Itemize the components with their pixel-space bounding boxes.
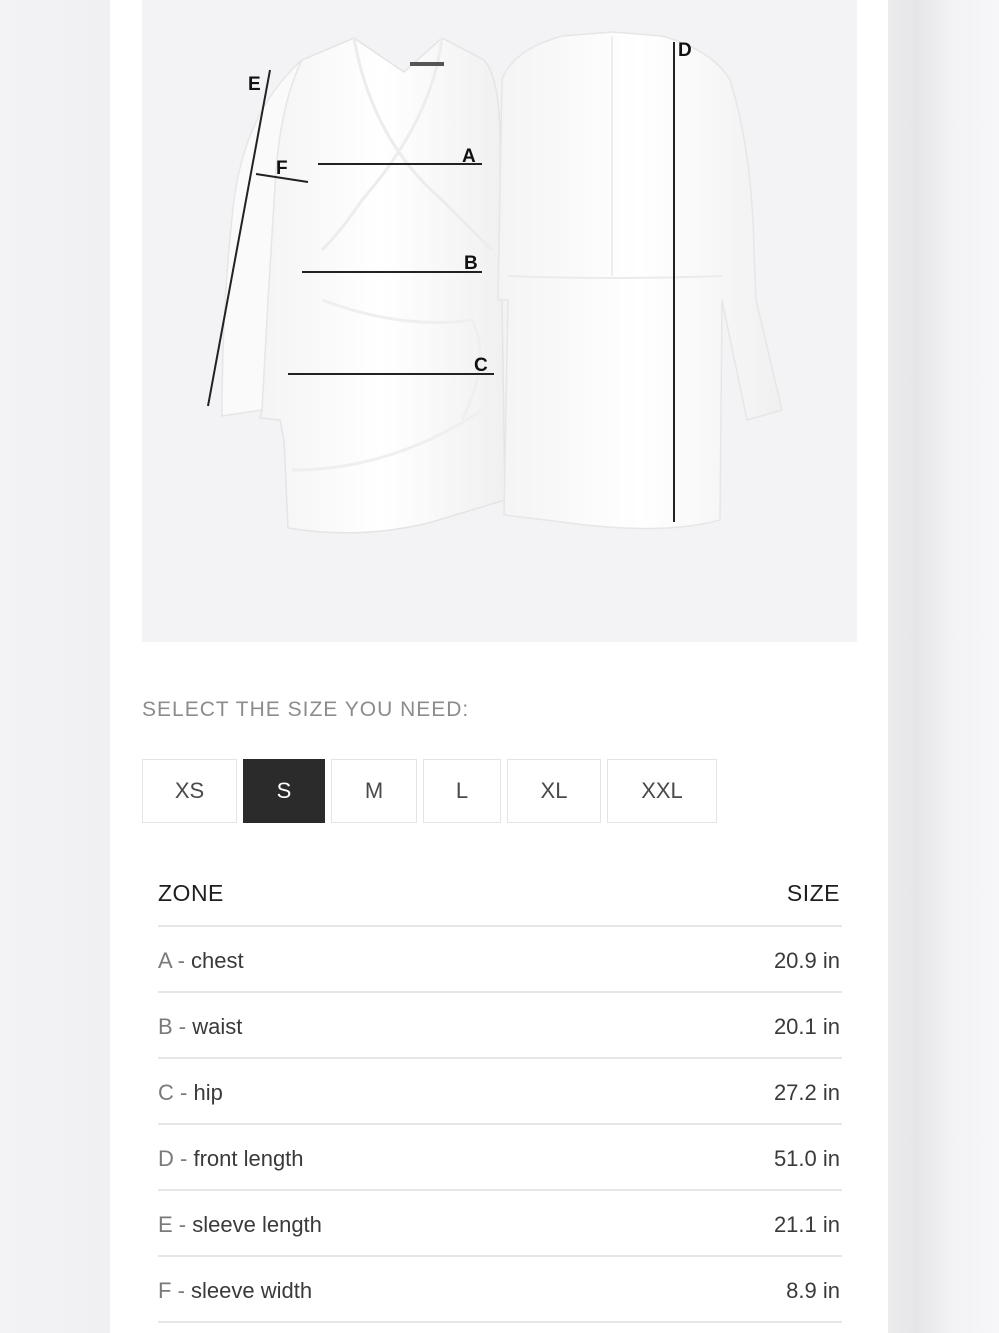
zone-separator: - [172,1212,193,1237]
size-value: 51.0 in [773,1146,840,1171]
label-c: C [474,355,488,376]
table-divider [158,991,842,993]
zone-separator: - [173,1080,194,1105]
size-option-l[interactable]: L [423,759,501,823]
size-value: 21.1 in [773,1212,840,1237]
zone-separator: - [173,1146,194,1171]
dress-measurement-diagram: A B C D E F [207,31,783,534]
zone-cell: A - chest [158,948,244,974]
zone-separator: - [171,948,192,973]
zone-letter: F [158,1278,172,1303]
page-margin-left [0,0,110,1333]
size-option-xs[interactable]: XS [142,759,237,823]
dress-back-illustration [497,31,783,530]
zone-name: sleeve length [192,1212,322,1237]
table-divider [158,1189,842,1191]
zone-letter: A [158,948,172,973]
zone-cell: E - sleeve length [158,1212,322,1238]
table-row: F - sleeve width 8.9 in [158,1258,840,1322]
zone-separator: - [172,1014,193,1039]
zone-letter: D [158,1146,174,1171]
size-option-s[interactable]: S [243,759,325,823]
label-f: F [276,158,288,179]
label-e: E [248,74,261,95]
zone-separator: - [171,1278,192,1303]
column-header-size: SIZE [786,880,840,906]
table-divider [158,1057,842,1059]
table-divider [158,1255,842,1257]
zone-name: sleeve width [191,1278,313,1303]
zone-cell: B - waist [158,1014,242,1040]
zone-name: chest [191,948,244,973]
zone-letter: B [158,1014,173,1039]
size-value: 8.9 in [786,1278,840,1303]
table-row: A - chest 20.9 in [158,928,840,992]
column-header-zone: ZONE [158,880,224,906]
size-guide-image: A B C D E F [142,0,857,642]
size-table-header: ZONE SIZE [158,870,840,926]
zone-name: hip [193,1080,223,1105]
size-option-m[interactable]: M [331,759,417,823]
label-b: B [464,253,478,274]
table-row: E - sleeve length 21.1 in [158,1192,840,1256]
table-divider [158,925,842,927]
dress-front-illustration [221,37,506,534]
table-row: D - front length 51.0 in [158,1126,840,1190]
zone-letter: C [158,1080,174,1105]
size-value: 20.9 in [773,948,840,973]
zone-name: front length [193,1146,304,1171]
size-value: 27.2 in [773,1080,840,1105]
size-select-heading: SELECT THE SIZE YOU NEED: [142,698,470,721]
table-row: C - hip 27.2 in [158,1060,840,1124]
zone-cell: F - sleeve width [158,1278,312,1304]
label-d: D [678,40,692,61]
page-margin-right [888,0,999,1333]
zone-letter: E [158,1212,173,1237]
product-size-card: A B C D E F SELECT THE SIZE YOU NEED: XS… [110,0,888,1333]
table-divider [158,1321,842,1323]
size-value: 20.1 in [773,1014,840,1039]
label-a: A [462,146,476,167]
size-option-xxl[interactable]: XXL [607,759,717,823]
size-option-xl[interactable]: XL [507,759,601,823]
table-row: B - waist 20.1 in [158,994,840,1058]
table-divider [158,1123,842,1125]
zone-cell: D - front length [158,1146,304,1172]
zone-name: waist [192,1014,243,1039]
zone-cell: C - hip [158,1080,223,1106]
